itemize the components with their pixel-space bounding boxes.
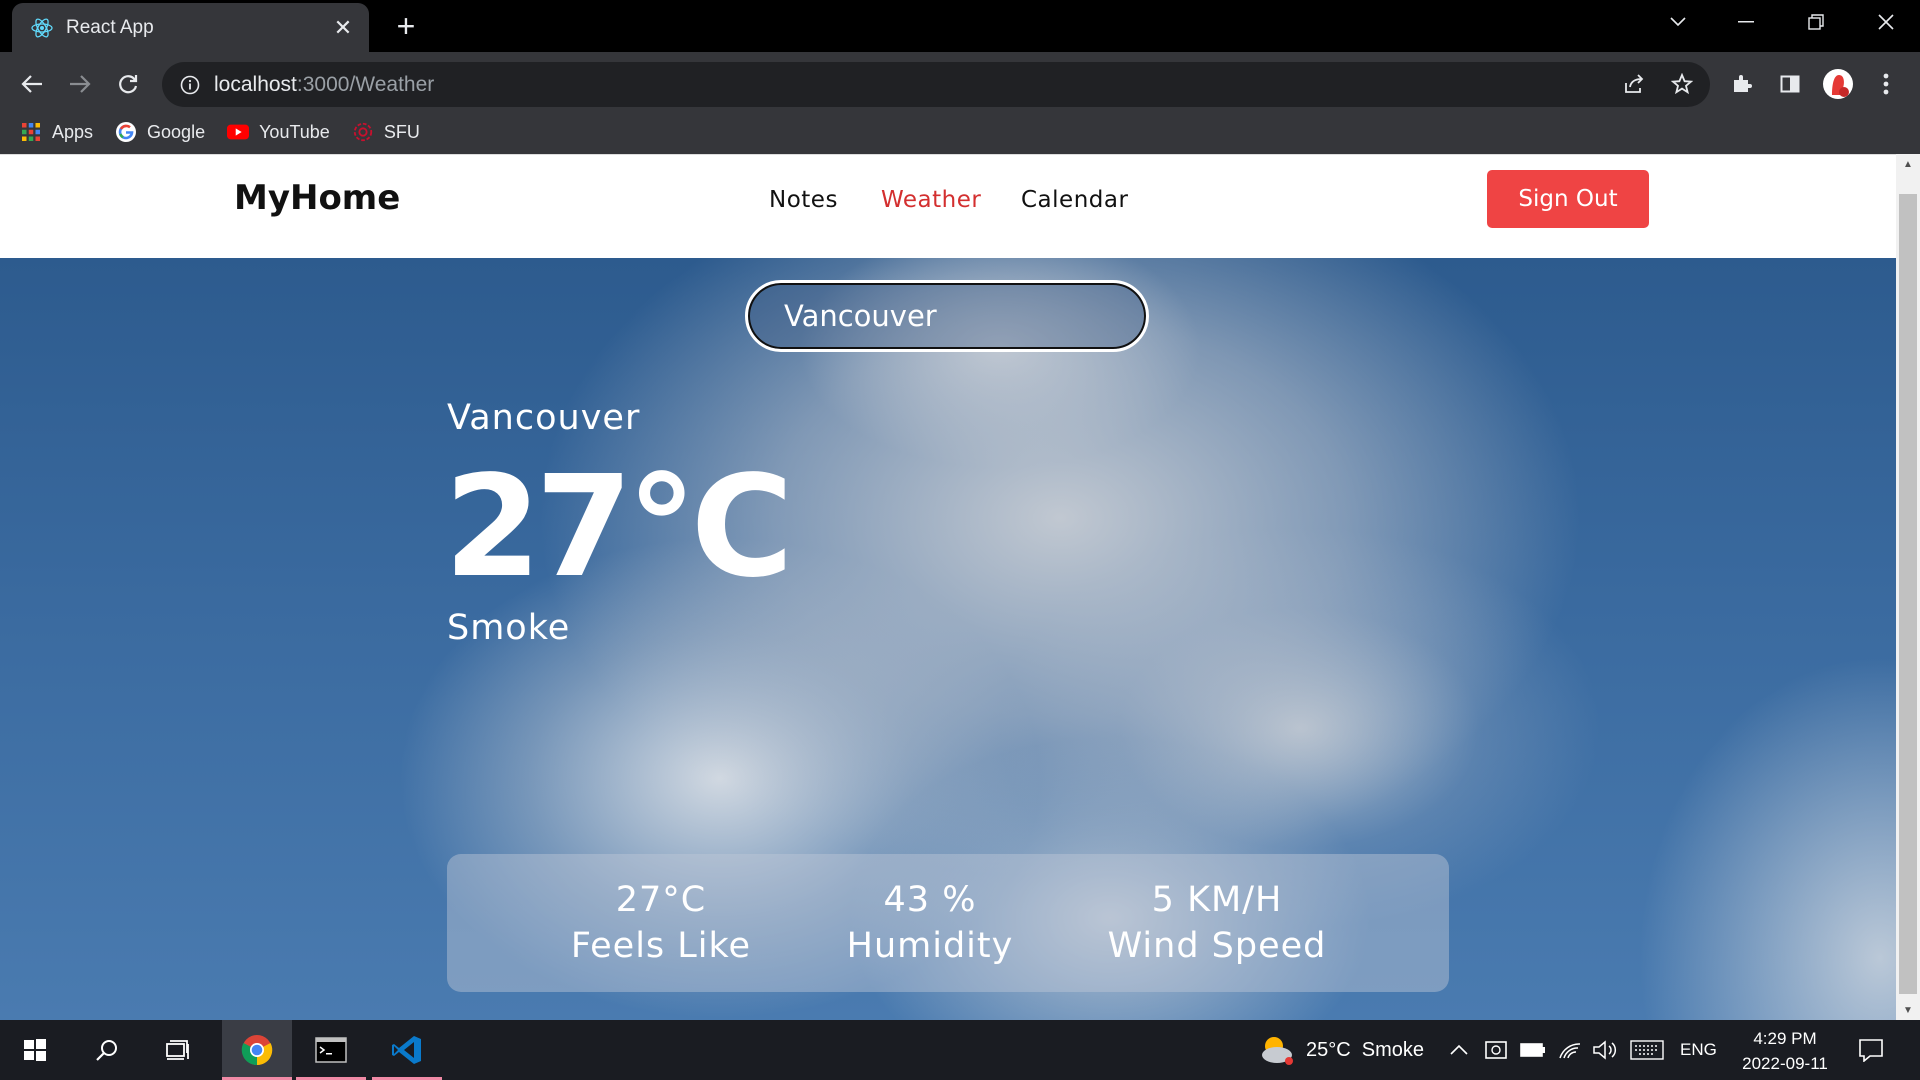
close-tab-icon[interactable]: ✕ — [331, 15, 355, 40]
browser-toolbar: localhost:3000/Weather Apps Google YouTu… — [0, 52, 1920, 154]
city-name: Vancouver — [447, 398, 641, 438]
bookmark-google[interactable]: Google — [115, 121, 205, 143]
wifi-icon[interactable] — [1558, 1020, 1582, 1080]
bookmark-label: Google — [147, 121, 206, 142]
url-text: localhost:3000/Weather — [214, 72, 435, 96]
weather-widget[interactable]: 25°C Smoke — [1260, 1020, 1424, 1080]
stat-wind-speed: 5 KM/H Wind Speed — [1067, 854, 1367, 992]
tab-title: React App — [66, 16, 154, 38]
meet-now-icon[interactable] — [1484, 1020, 1510, 1080]
stat-label: Humidity — [846, 926, 1014, 966]
app-navbar: MyHome Notes Weather Calendar Sign Out — [0, 154, 1896, 258]
weather-cloud-sun-icon — [1260, 1034, 1294, 1066]
extensions-icon[interactable] — [1722, 64, 1762, 104]
chrome-taskbar-icon[interactable] — [222, 1020, 292, 1080]
windows-taskbar: 25°C Smoke ENG 4:29 PM 2022-09-11 — [0, 1020, 1920, 1080]
bookmark-label: SFU — [383, 121, 420, 142]
windows-start-icon[interactable] — [0, 1020, 70, 1080]
input-language[interactable]: ENG — [1680, 1020, 1717, 1080]
current-temperature: 27°C — [444, 446, 794, 609]
side-panel-icon[interactable] — [1770, 64, 1810, 104]
battery-icon[interactable] — [1520, 1020, 1546, 1080]
terminal-taskbar-icon[interactable] — [296, 1020, 366, 1080]
tab-search-chevron-icon[interactable] — [1648, 0, 1708, 44]
stat-label: Wind Speed — [1107, 926, 1327, 966]
sign-out-button[interactable]: Sign Out — [1487, 170, 1649, 228]
bookmark-sfu[interactable]: SFU — [352, 121, 420, 143]
sfu-icon — [352, 121, 374, 143]
stat-value: 43 % — [883, 880, 977, 920]
close-window-icon[interactable] — [1856, 0, 1916, 44]
back-icon[interactable] — [12, 64, 52, 104]
bookmark-label: YouTube — [259, 121, 330, 142]
weather-background: Vancouver 27°C Smoke 27°C Feels Like 43 … — [0, 258, 1896, 1020]
scrollbar-thumb[interactable] — [1899, 194, 1917, 994]
clock-time: 4:29 PM — [1753, 1029, 1817, 1048]
restore-icon[interactable] — [1786, 0, 1846, 44]
city-search-field[interactable] — [784, 299, 1146, 333]
stat-label: Feels Like — [570, 926, 752, 966]
stat-value: 5 KM/H — [1151, 880, 1283, 920]
search-icon[interactable] — [72, 1020, 142, 1080]
bookmark-youtube[interactable]: YouTube — [227, 121, 330, 143]
volume-icon[interactable] — [1592, 1020, 1618, 1080]
stat-value: 27°C — [615, 880, 707, 920]
profile-avatar[interactable] — [1818, 64, 1858, 104]
nav-link-calendar[interactable]: Calendar — [1021, 187, 1128, 213]
page-viewport: MyHome Notes Weather Calendar Sign Out V… — [0, 154, 1896, 1020]
weather-stats-panel: 27°C Feels Like 43 % Humidity 5 KM/H Win… — [447, 854, 1449, 992]
bookmark-star-icon[interactable] — [1662, 64, 1702, 104]
show-hidden-icons-chevron-icon[interactable] — [1450, 1020, 1468, 1080]
brand-logo[interactable]: MyHome — [234, 178, 400, 218]
clock-date: 2022-09-11 — [1742, 1054, 1828, 1073]
notifications-icon[interactable] — [1858, 1020, 1884, 1080]
forward-icon[interactable] — [60, 64, 100, 104]
google-icon — [115, 121, 137, 143]
keyboard-icon[interactable] — [1630, 1020, 1664, 1080]
react-icon — [30, 16, 54, 40]
task-view-icon[interactable] — [144, 1020, 214, 1080]
scroll-up-arrow-icon[interactable]: ▲ — [1896, 154, 1920, 174]
scroll-down-arrow-icon[interactable]: ▼ — [1896, 1000, 1920, 1020]
new-tab-button[interactable]: + — [390, 10, 422, 42]
browser-tab[interactable]: React App ✕ — [12, 3, 369, 52]
weather-widget-text: 25°C Smoke — [1306, 1038, 1425, 1061]
site-info-icon[interactable] — [178, 73, 202, 97]
reload-icon[interactable] — [108, 64, 148, 104]
vscode-taskbar-icon[interactable] — [372, 1020, 442, 1080]
stat-humidity: 43 % Humidity — [793, 854, 1067, 992]
apps-grid-icon — [20, 121, 42, 143]
page-scrollbar[interactable]: ▲ ▼ — [1896, 154, 1920, 1020]
nav-link-notes[interactable]: Notes — [769, 187, 838, 213]
browser-tab-strip: React App ✕ + — [0, 0, 1920, 52]
youtube-icon — [227, 121, 250, 143]
browser-menu-icon[interactable] — [1866, 64, 1906, 104]
minimize-icon[interactable] — [1716, 0, 1776, 44]
weather-description: Smoke — [447, 608, 571, 648]
bookmarks-bar: Apps Google YouTube SFU — [0, 112, 420, 152]
city-search-input[interactable] — [745, 280, 1149, 352]
bookmark-label: Apps — [52, 121, 94, 142]
system-clock[interactable]: 4:29 PM 2022-09-11 — [1730, 1026, 1840, 1076]
stat-feels-like: 27°C Feels Like — [529, 854, 793, 992]
bookmark-apps[interactable]: Apps — [20, 121, 93, 143]
address-bar[interactable]: localhost:3000/Weather — [162, 62, 1710, 107]
nav-link-weather[interactable]: Weather — [881, 187, 981, 213]
share-icon[interactable] — [1614, 64, 1654, 104]
